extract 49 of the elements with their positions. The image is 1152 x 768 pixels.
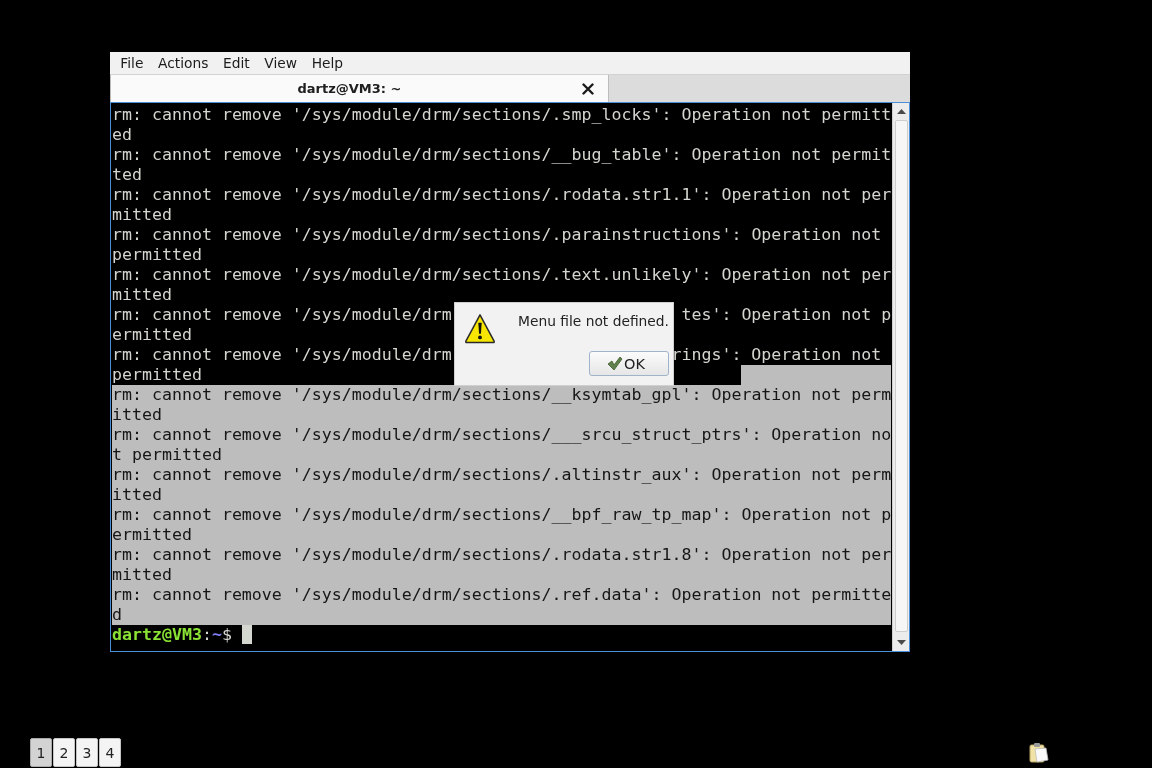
warning-icon	[464, 313, 496, 344]
terminal-line: t permitted	[112, 445, 222, 465]
text-cursor	[241, 625, 252, 644]
shell-prompt: dartz@VM3:~$	[112, 625, 232, 645]
workspace-button[interactable]: 3	[76, 738, 98, 767]
terminal-line: rm: cannot remove '/sys/module/drm/sections/.smp_locks': Operation not permitt	[112, 105, 892, 125]
dialog-message: Menu file not defined.	[517, 312, 669, 329]
menu-item[interactable]: Actions	[150, 52, 216, 74]
terminal-line: rm: cannot remove '/sys/module/drm/sections/.ref.data': Operation not permitte	[112, 585, 892, 605]
terminal-line: rm: cannot remove '/sys/module/drm/sections/___srcu_struct_ptrs': Operation no	[112, 425, 892, 445]
terminal-line: tes': Operation not p	[681, 305, 892, 325]
terminal-line: rm: cannot remove '/sys/module/drm/sections/__bpf_raw_tp_map': Operation not p	[112, 505, 892, 525]
terminal-line: rm: cannot remove '/sys/module/drm/sections/.rodata.str1.1': Operation not per	[112, 185, 892, 205]
clipboard-icon[interactable]	[1029, 742, 1049, 763]
scrollbar-thumb[interactable]	[894, 120, 908, 632]
terminal-line: rm: cannot remove '/sys/module/drm/sections/.altinstr_aux': Operation not perm	[112, 465, 892, 485]
workspace-button[interactable]: 4	[99, 738, 121, 767]
close-icon[interactable]	[582, 82, 594, 95]
checkmark-icon	[607, 356, 623, 371]
terminal-line: itted	[112, 405, 162, 425]
terminal-line: itted	[112, 485, 162, 505]
terminal-line: rm: cannot remove '/sys/module/drm/sections/__bug_table': Operation not permit	[112, 145, 892, 165]
terminal-line: rm: cannot remove '/sys/module/drm/sections/.text.unlikely': Operation not per	[112, 265, 892, 285]
up-arrow-icon[interactable]	[896, 109, 906, 114]
menu-item[interactable]: View	[257, 52, 305, 74]
workspace-button[interactable]: 1	[30, 738, 52, 767]
terminal-line: ermitted	[112, 325, 192, 345]
terminal-line: mitted	[112, 565, 172, 585]
terminal-line: mitted	[112, 285, 172, 305]
down-arrow-icon[interactable]	[896, 640, 906, 645]
terminal-line: d	[112, 605, 122, 625]
terminal-line: rm: cannot remove '/sys/module/drm/sections/.rodata.str1.8': Operation not per	[112, 545, 892, 565]
terminal-line: permitted	[112, 365, 202, 385]
menu-item[interactable]: Help	[304, 52, 351, 74]
terminal-line: rm: cannot remove '/sys/module/drm/sections/__ksymtab_gpl': Operation not perm	[112, 385, 892, 405]
menu-item[interactable]: File	[113, 52, 151, 74]
terminal-line: ted	[112, 165, 142, 185]
ok-button[interactable]: OK	[588, 351, 669, 376]
terminal-line: rings': Operation not	[671, 345, 883, 365]
menu-item[interactable]: Edit	[215, 52, 257, 74]
terminal-line: rm: cannot remove '/sys/module/drm	[112, 345, 452, 365]
terminal-line: mitted	[112, 205, 172, 225]
terminal-line: permitted	[112, 245, 202, 265]
terminal-tab[interactable]: dartz@VM3: ~	[110, 75, 609, 102]
terminal-line: rm: cannot remove '/sys/module/drm/sections/.parainstructions': Operation not	[112, 225, 882, 245]
terminal-line: ed	[112, 125, 132, 145]
terminal-line: rm: cannot remove '/sys/module/drm	[112, 305, 452, 325]
workspace-button[interactable]: 2	[53, 738, 75, 767]
terminal-line: ermitted	[112, 525, 192, 545]
